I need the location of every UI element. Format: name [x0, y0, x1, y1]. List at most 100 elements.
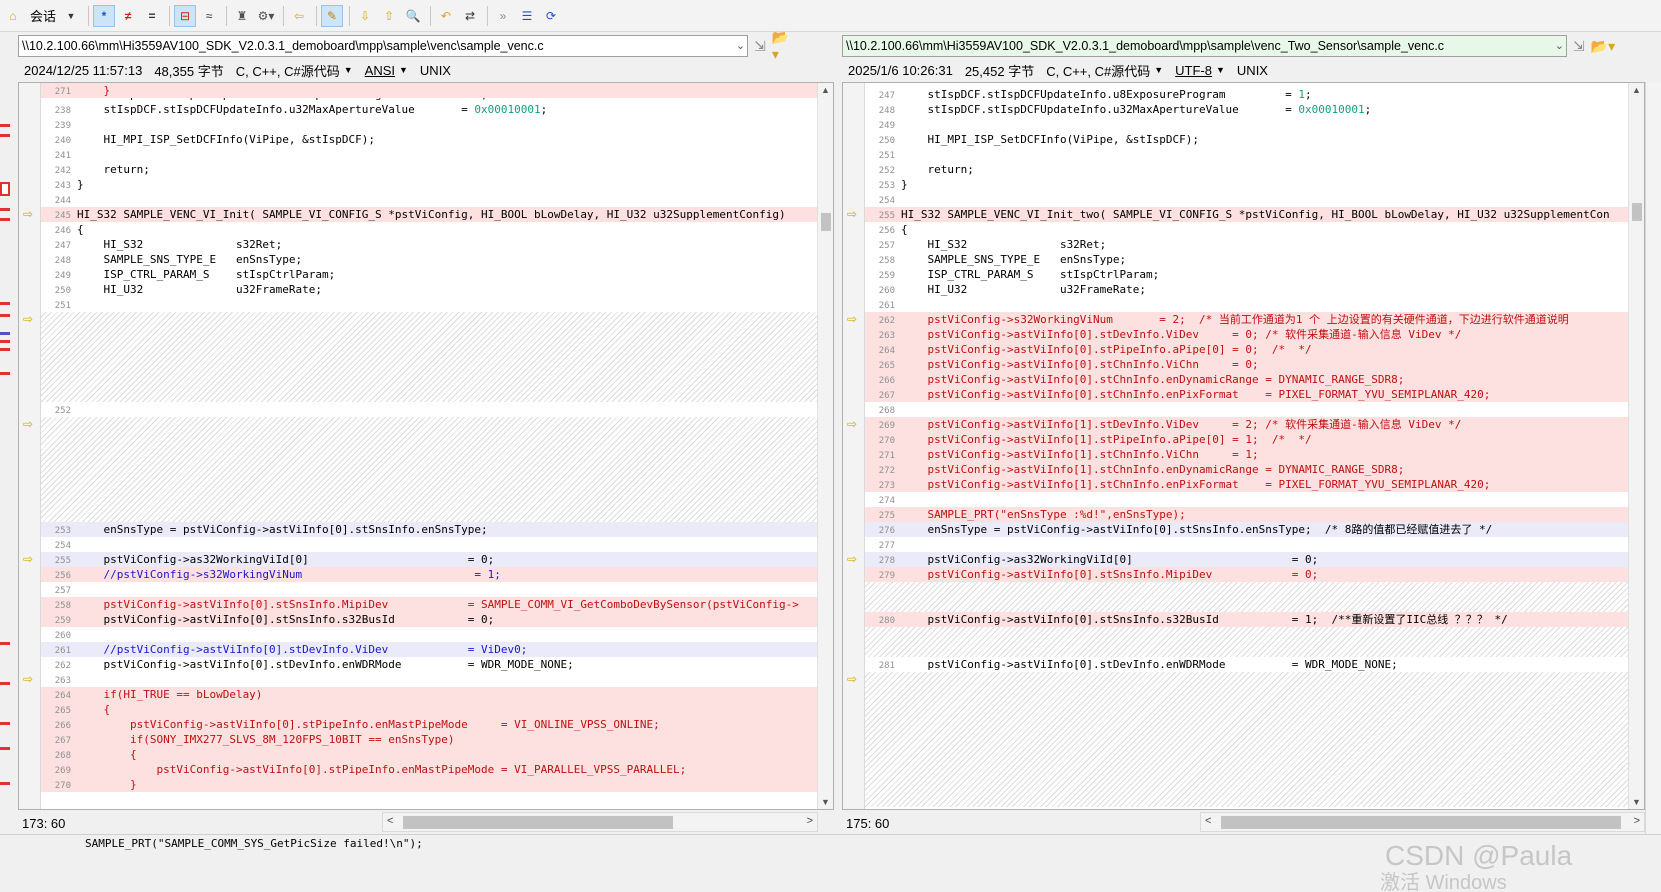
- chevron-down-icon[interactable]: ▼: [1154, 65, 1163, 75]
- code-line[interactable]: 243}: [41, 177, 817, 192]
- chevron-down-icon[interactable]: ▼: [344, 65, 353, 75]
- scroll-right-icon[interactable]: >: [1634, 815, 1640, 827]
- code-line[interactable]: 279 pstViConfig->astViInfo[0].stSnsInfo.…: [865, 567, 1628, 582]
- code-line[interactable]: 254: [865, 192, 1628, 207]
- find-icon[interactable]: 🔍: [402, 5, 424, 27]
- right-open-folder-icon[interactable]: 📂▾: [1591, 38, 1615, 55]
- code-line[interactable]: 280 pstViConfig->astViInfo[0].stSnsInfo.…: [865, 612, 1628, 627]
- code-line[interactable]: 271 pstViConfig->astViInfo[1].stChnInfo.…: [865, 447, 1628, 462]
- code-line[interactable]: 265 pstViConfig->astViInfo[0].stChnInfo.…: [865, 357, 1628, 372]
- code-line[interactable]: 251: [865, 147, 1628, 162]
- session-dropdown-icon[interactable]: ▼: [60, 5, 82, 27]
- right-file-lang[interactable]: C, C++, C#源代码: [1046, 61, 1150, 80]
- code-line[interactable]: 269 pstViConfig->astViInfo[0].stPipeInfo…: [41, 762, 817, 777]
- code-line[interactable]: 249 ISP_CTRL_PARAM_S stIspCtrlParam;: [41, 267, 817, 282]
- code-line[interactable]: 270 pstViConfig->astViInfo[1].stPipeInfo…: [865, 432, 1628, 447]
- code-line[interactable]: 252: [41, 402, 817, 417]
- chevron-down-icon[interactable]: ▼: [399, 65, 408, 75]
- code-line[interactable]: 244: [41, 192, 817, 207]
- scroll-left-icon[interactable]: <: [387, 815, 393, 827]
- code-line[interactable]: 269 pstViConfig->astViInfo[1].stDevInfo.…: [865, 417, 1628, 432]
- swap-icon[interactable]: ⇄: [459, 5, 481, 27]
- left-file-lang[interactable]: C, C++, C#源代码: [236, 61, 340, 80]
- bookmark-icon[interactable]: ↶: [435, 5, 457, 27]
- diff-arrow-icon[interactable]: ⇨: [847, 417, 857, 431]
- diff-arrow-icon[interactable]: ⇨: [23, 552, 33, 566]
- scroll-down-icon[interactable]: ▼: [821, 797, 830, 807]
- code-line[interactable]: 259 ISP_CTRL_PARAM_S stIspCtrlParam;: [865, 267, 1628, 282]
- approximate-icon[interactable]: ≈: [198, 5, 220, 27]
- code-line[interactable]: 247 HI_S32 s32Ret;: [41, 237, 817, 252]
- right-vertical-scrollbar[interactable]: ▲ ▼: [1628, 83, 1644, 809]
- edit-icon[interactable]: ✎: [321, 4, 344, 27]
- code-line[interactable]: 267 if(SONY_IMX277_SLVS_8M_120FPS_10BIT …: [41, 732, 817, 747]
- code-line[interactable]: 264 if(HI_TRUE == bLowDelay): [41, 687, 817, 702]
- code-line[interactable]: 267 pstViConfig->astViInfo[0].stChnInfo.…: [865, 387, 1628, 402]
- ignore-unimportant-icon[interactable]: ⊟: [174, 4, 197, 27]
- code-line[interactable]: 262 pstViConfig->astViInfo[0].stDevInfo.…: [41, 657, 817, 672]
- scroll-thumb[interactable]: [1221, 816, 1621, 829]
- code-line[interactable]: 277: [865, 537, 1628, 552]
- code-line[interactable]: 238 stIspDCF.stIspDCFUpdateInfo.u32MaxAp…: [41, 102, 817, 117]
- code-line[interactable]: 258 pstViConfig->astViInfo[0].stSnsInfo.…: [41, 597, 817, 612]
- diff-arrow-icon[interactable]: ⇨: [23, 417, 33, 431]
- right-copy-icon[interactable]: ⇲: [1573, 38, 1585, 55]
- left-file-encoding[interactable]: ANSI: [365, 63, 395, 78]
- scroll-down-icon[interactable]: ▼: [1632, 797, 1641, 807]
- code-line[interactable]: 248 SAMPLE_SNS_TYPE_E enSnsType;: [41, 252, 817, 267]
- code-line[interactable]: 263: [41, 672, 817, 687]
- code-line[interactable]: 275 SAMPLE_PRT("enSnsType :%d!",enSnsTyp…: [865, 507, 1628, 522]
- code-line[interactable]: 271 }: [41, 83, 817, 98]
- code-line[interactable]: 264 pstViConfig->astViInfo[0].stPipeInfo…: [865, 342, 1628, 357]
- code-line[interactable]: 247 stIspDCF.stIspDCFUpdateInfo.u8Exposu…: [865, 87, 1628, 102]
- code-line[interactable]: 249: [865, 117, 1628, 132]
- code-line[interactable]: 272 pstViConfig->astViInfo[1].stChnInfo.…: [865, 462, 1628, 477]
- code-line[interactable]: 241: [41, 147, 817, 162]
- code-line[interactable]: 245 HI_S32 SAMPLE_VENC_VI_Init( SAMPLE_VI…: [41, 207, 817, 222]
- left-vertical-scrollbar[interactable]: ▲ ▼: [817, 83, 833, 809]
- scroll-thumb[interactable]: [821, 213, 831, 231]
- home-icon[interactable]: ⇦: [288, 5, 310, 27]
- code-line[interactable]: 262 pstViConfig->s32WorkingViNum = 2; /*…: [865, 312, 1628, 327]
- left-code-pane[interactable]: ⇨⇨⇨⇨⇨ 237 stIspDCF.stIspDCFUpdateInfo.u8…: [18, 82, 834, 810]
- scroll-thumb[interactable]: [403, 816, 673, 829]
- code-line[interactable]: 252 return;: [865, 162, 1628, 177]
- code-line[interactable]: 257 HI_S32 s32Ret;: [865, 237, 1628, 252]
- code-line[interactable]: 253 enSnsType = pstViConfig->astViInfo[0…: [41, 522, 817, 537]
- left-path-input[interactable]: \\10.2.100.66\mm\Hi3559AV100_SDK_V2.0.3.…: [18, 35, 749, 57]
- diff-arrow-icon[interactable]: ⇨: [23, 207, 33, 221]
- code-line[interactable]: 265 {: [41, 702, 817, 717]
- scroll-up-icon[interactable]: ▲: [821, 85, 830, 95]
- scroll-up-icon[interactable]: ▲: [1632, 85, 1641, 95]
- diff-arrow-icon[interactable]: ⇨: [847, 207, 857, 221]
- scroll-thumb[interactable]: [1632, 203, 1642, 221]
- code-line[interactable]: 248 stIspDCF.stIspDCFUpdateInfo.u32MaxAp…: [865, 102, 1628, 117]
- right-file-eol[interactable]: UNIX: [1237, 63, 1268, 78]
- session-menu[interactable]: 会话: [26, 6, 60, 25]
- refresh-icon[interactable]: ⟳: [540, 5, 562, 27]
- chevron-down-icon[interactable]: ⌄: [736, 38, 745, 54]
- code-line[interactable]: 242 return;: [41, 162, 817, 177]
- chevron-down-icon[interactable]: ▼: [1216, 65, 1225, 75]
- code-line[interactable]: 256 {: [865, 222, 1628, 237]
- code-line[interactable]: 253}: [865, 177, 1628, 192]
- code-line[interactable]: 255 pstViConfig->as32WorkingViId[0] = 0;: [41, 552, 817, 567]
- show-all-icon[interactable]: *: [93, 4, 116, 27]
- right-horizontal-scrollbar[interactable]: < >: [1200, 812, 1645, 832]
- code-line[interactable]: 256 //pstViConfig->s32WorkingViNum = 1;: [41, 567, 817, 582]
- code-line[interactable]: 260 HI_U32 u32FrameRate;: [865, 282, 1628, 297]
- chevron-down-icon[interactable]: ⌄: [1555, 38, 1564, 54]
- scroll-left-icon[interactable]: <: [1205, 815, 1211, 827]
- code-line[interactable]: 263 pstViConfig->astViInfo[0].stDevInfo.…: [865, 327, 1628, 342]
- details-icon[interactable]: ☰: [516, 5, 538, 27]
- diff-arrow-icon[interactable]: ⇨: [847, 312, 857, 326]
- diff-arrow-icon[interactable]: ⇨: [847, 672, 857, 686]
- code-line[interactable]: 278 pstViConfig->as32WorkingViId[0] = 0;: [865, 552, 1628, 567]
- code-line[interactable]: 250 HI_U32 u32FrameRate;: [41, 282, 817, 297]
- code-line[interactable]: 266 pstViConfig->astViInfo[0].stChnInfo.…: [865, 372, 1628, 387]
- right-file-encoding[interactable]: UTF-8: [1175, 63, 1212, 78]
- left-horizontal-scrollbar[interactable]: < >: [382, 812, 818, 832]
- rules-icon[interactable]: ♜: [231, 5, 253, 27]
- right-overview-strip[interactable]: [1645, 82, 1661, 834]
- scroll-right-icon[interactable]: >: [807, 815, 813, 827]
